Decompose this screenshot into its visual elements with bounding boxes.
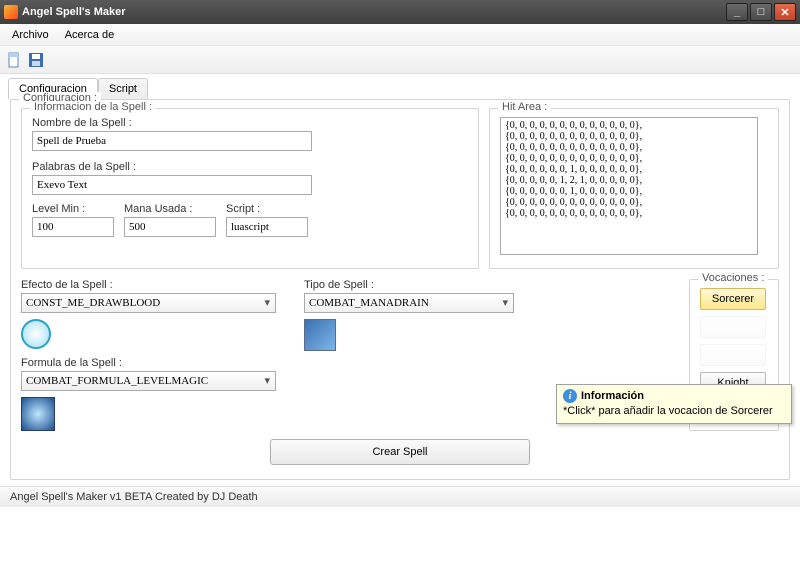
tooltip-info: i Información *Click* para añadir la voc… xyxy=(556,384,792,424)
menu-acerca[interactable]: Acerca de xyxy=(57,26,123,44)
label-formula: Formula de la Spell : xyxy=(21,357,276,369)
select-tipo[interactable]: COMBAT_MANADRAIN xyxy=(304,293,514,313)
effect-preview-icon xyxy=(21,319,51,349)
input-levelmin[interactable] xyxy=(32,217,114,237)
legend-info: Informacion de la Spell : xyxy=(30,101,156,113)
select-formula[interactable]: COMBAT_FORMULA_LEVELMAGIC xyxy=(21,371,276,391)
info-icon: i xyxy=(563,389,577,403)
vocation-sorcerer-button[interactable]: Sorcerer xyxy=(700,288,766,310)
tab-script[interactable]: Script xyxy=(98,78,148,99)
tab-bar: Configuracion Script xyxy=(8,78,800,99)
tooltip-title: Información xyxy=(581,390,644,402)
textarea-hitarea[interactable]: {0, 0, 0, 0, 0, 0, 0, 0, 0, 0, 0, 0, 0},… xyxy=(500,117,758,255)
tooltip-body: *Click* para añadir la vocacion de Sorce… xyxy=(563,405,785,417)
group-info-spell: Informacion de la Spell : Nombre de la S… xyxy=(21,108,479,269)
legend-hitarea: Hit Area : xyxy=(498,101,551,113)
type-preview-icon xyxy=(304,319,336,351)
label-mana: Mana Usada : xyxy=(124,203,216,215)
formula-preview-icon xyxy=(21,397,55,431)
label-script: Script : xyxy=(226,203,308,215)
vocation-hidden-2[interactable] xyxy=(700,344,766,366)
menu-bar: Archivo Acerca de xyxy=(0,24,800,46)
input-script[interactable] xyxy=(226,217,308,237)
group-hitarea: Hit Area : {0, 0, 0, 0, 0, 0, 0, 0, 0, 0… xyxy=(489,108,779,269)
maximize-button[interactable]: □ xyxy=(750,3,772,21)
input-nombre[interactable] xyxy=(32,131,312,151)
label-efecto: Efecto de la Spell : xyxy=(21,279,276,291)
app-icon xyxy=(4,5,18,19)
label-levelmin: Level Min : xyxy=(32,203,114,215)
close-button[interactable]: ✕ xyxy=(774,3,796,21)
menu-archivo[interactable]: Archivo xyxy=(4,26,57,44)
label-tipo: Tipo de Spell : xyxy=(304,279,514,291)
legend-vocaciones: Vocaciones : xyxy=(698,272,768,284)
label-palabras: Palabras de la Spell : xyxy=(32,161,468,173)
status-bar: Angel Spell's Maker v1 BETA Created by D… xyxy=(0,486,800,507)
input-mana[interactable] xyxy=(124,217,216,237)
create-spell-button[interactable]: Crear Spell xyxy=(270,439,530,465)
vocation-hidden-1[interactable] xyxy=(700,316,766,338)
title-bar: Angel Spell's Maker _ □ ✕ xyxy=(0,0,800,24)
select-efecto[interactable]: CONST_ME_DRAWBLOOD xyxy=(21,293,276,313)
input-palabras[interactable] xyxy=(32,175,312,195)
new-file-icon[interactable] xyxy=(6,52,22,68)
toolbar xyxy=(0,46,800,74)
label-nombre: Nombre de la Spell : xyxy=(32,117,468,129)
window-title: Angel Spell's Maker xyxy=(22,6,724,18)
save-icon[interactable] xyxy=(28,52,44,68)
minimize-button[interactable]: _ xyxy=(726,3,748,21)
